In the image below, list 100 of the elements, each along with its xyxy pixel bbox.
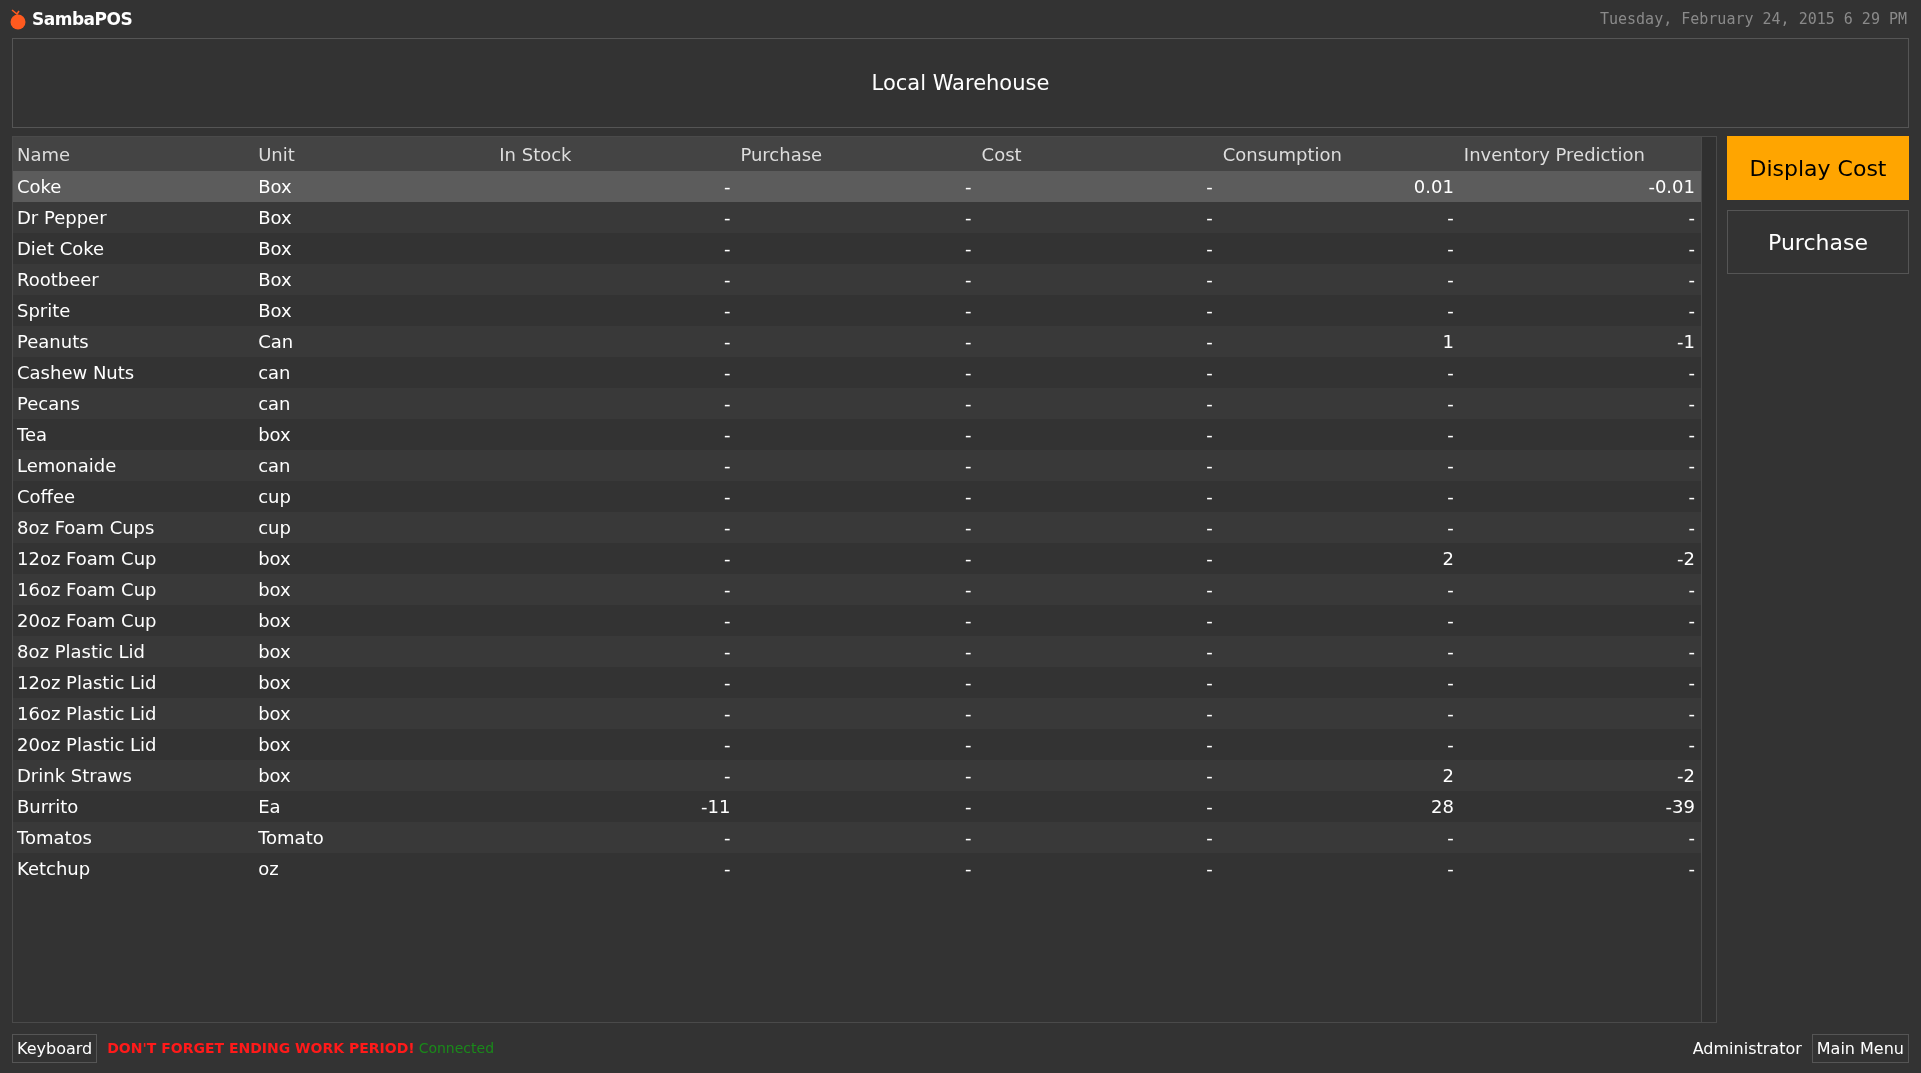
table-row[interactable]: 16oz Plastic Lid box - - - - - [13, 698, 1701, 729]
table-cell-text: - [722, 455, 732, 476]
table-cell-text: - [1687, 486, 1696, 507]
table-cell-text: - [1687, 300, 1696, 321]
table-cell-text: box [257, 672, 292, 693]
table-cell-text: Pecans [16, 393, 81, 414]
table-row[interactable]: 12oz Plastic Lid box - - - - - [13, 667, 1701, 698]
table-cell-text: - [1687, 703, 1696, 724]
table-cell-text: - [1205, 672, 1214, 693]
table-cell-text: - [964, 610, 973, 631]
table-cell-text: Cashew Nuts [16, 362, 136, 383]
column-header[interactable]: Consumption [1218, 143, 1460, 165]
table-cell-text: - [1687, 393, 1696, 414]
table-cell-text: - [1205, 300, 1214, 321]
table-row[interactable]: Dr Pepper Box - - - - - [13, 202, 1701, 233]
table-cell-text: Diet Coke [16, 238, 106, 259]
column-header[interactable]: In Stock [495, 143, 737, 165]
table-cell-text: 12oz Foam Cup [16, 548, 158, 569]
work-period-warning: DON'T FORGET ENDING WORK PERIOD! [107, 1040, 415, 1056]
table-row[interactable]: 20oz Foam Cup box - - - - - [13, 605, 1701, 636]
table-row[interactable]: Coke Box - - - 0.01 -0.01 [13, 171, 1701, 202]
table-cell-text: 2 [1441, 765, 1455, 786]
column-header[interactable]: Purchase [736, 143, 978, 165]
table-cell-text: - [1687, 424, 1696, 445]
table-cell-text: - [1446, 362, 1455, 383]
table-row[interactable]: Tomatos Tomato - - - - - [13, 822, 1701, 853]
table-cell-text: - [1446, 517, 1455, 538]
table-row[interactable]: Coffee cup - - - - - [13, 481, 1701, 512]
table-cell-text: - [722, 734, 732, 755]
table-cell-text: - [964, 858, 973, 879]
table-cell-text: - [722, 176, 732, 197]
table-cell-text: - [964, 703, 973, 724]
table-cell-text: - [964, 300, 973, 321]
table-row[interactable]: Drink Straws box - - - 2 -2 [13, 760, 1701, 791]
table-row[interactable]: Tea box - - - - - [13, 419, 1701, 450]
table-row[interactable]: 8oz Foam Cups cup - - - - - [13, 512, 1701, 543]
table-cell-text: - [722, 858, 732, 879]
action-button[interactable]: Display Cost [1727, 136, 1909, 200]
table-cell-text: 2 [1441, 548, 1455, 569]
table-cell-text: - [722, 517, 732, 538]
table-cell-text: box [257, 548, 292, 569]
table-cell-text: Box [257, 300, 293, 321]
date-time: Tuesday, February 24, 2015 6 29 PM [1599, 10, 1907, 28]
table-row[interactable]: Rootbeer Box - - - - - [13, 264, 1701, 295]
table-row[interactable]: 16oz Foam Cup box - - - - - [13, 574, 1701, 605]
table-cell-text: - [1446, 238, 1455, 259]
table-cell-text: - [964, 207, 973, 228]
table-row[interactable]: 12oz Foam Cup box - - - 2 -2 [13, 543, 1701, 574]
table-cell-text: Can [257, 331, 295, 352]
table-cell-text: Peanuts [16, 331, 90, 352]
table-cell-text: - [722, 362, 732, 383]
column-header[interactable]: Inventory Prediction [1459, 143, 1701, 165]
table-cell-text: - [964, 424, 973, 445]
table-cell-text: - [1446, 486, 1455, 507]
table-cell-text: - [1687, 517, 1696, 538]
table-cell-text: Ketchup [16, 858, 92, 879]
table-cell-text: - [722, 610, 732, 631]
table-row[interactable]: Lemonaide can - - - - - [13, 450, 1701, 481]
column-header[interactable]: Unit [254, 143, 496, 165]
table-cell-text: -2 [1676, 765, 1696, 786]
table-cell-text: box [257, 424, 292, 445]
table-row[interactable]: Cashew Nuts can - - - - - [13, 357, 1701, 388]
column-header[interactable]: Name [13, 143, 255, 165]
table-cell-text: - [1205, 734, 1214, 755]
table-cell-text: - [964, 393, 973, 414]
column-header[interactable]: Cost [977, 143, 1219, 165]
table-row[interactable]: Ketchup oz - - - - - [13, 853, 1701, 884]
table-row[interactable]: Diet Coke Box - - - - - [13, 233, 1701, 264]
table-cell-text: - [964, 455, 973, 476]
user-name: Administrator [1692, 1038, 1802, 1058]
main-menu-button[interactable]: Main Menu [1811, 1033, 1909, 1063]
table-cell-text: - [1205, 765, 1214, 786]
table-row[interactable]: 20oz Plastic Lid box - - - - - [13, 729, 1701, 760]
table-cell-text: - [964, 176, 973, 197]
table-row[interactable]: Pecans can - - - - - [13, 388, 1701, 419]
action-button[interactable]: Purchase [1727, 210, 1909, 274]
table-cell-text: - [1446, 672, 1455, 693]
table-cell-text: -0.01 [1647, 176, 1696, 197]
table-cell-text: -39 [1664, 796, 1696, 817]
table-cell-text: - [1687, 579, 1696, 600]
table-cell-text: Dr Pepper [16, 207, 108, 228]
table-cell-text: - [1205, 362, 1214, 383]
table-cell-text: - [1205, 548, 1214, 569]
table-cell-text: 16oz Plastic Lid [16, 703, 158, 724]
apple-logo-icon [8, 8, 28, 30]
table-row[interactable]: Burrito Ea -11 - - 28 -39 [13, 791, 1701, 822]
table-cell-text: -2 [1676, 548, 1696, 569]
table-row[interactable]: 8oz Plastic Lid box - - - - - [13, 636, 1701, 667]
table-cell-text: - [964, 548, 973, 569]
table-cell-text: - [1205, 269, 1214, 290]
table-row[interactable]: Peanuts Can - - - 1 -1 [13, 326, 1701, 357]
table-cell-text: Box [257, 176, 293, 197]
keyboard-button[interactable]: Keyboard [12, 1033, 98, 1063]
table-cell-text: - [964, 579, 973, 600]
table-cell-text: Tea [16, 424, 49, 445]
table-cell-text: - [1205, 703, 1214, 724]
table-cell-text: - [722, 238, 732, 259]
table-cell-text: box [257, 765, 292, 786]
table-row[interactable]: Sprite Box - - - - - [13, 295, 1701, 326]
table-cell-text: - [1205, 424, 1214, 445]
